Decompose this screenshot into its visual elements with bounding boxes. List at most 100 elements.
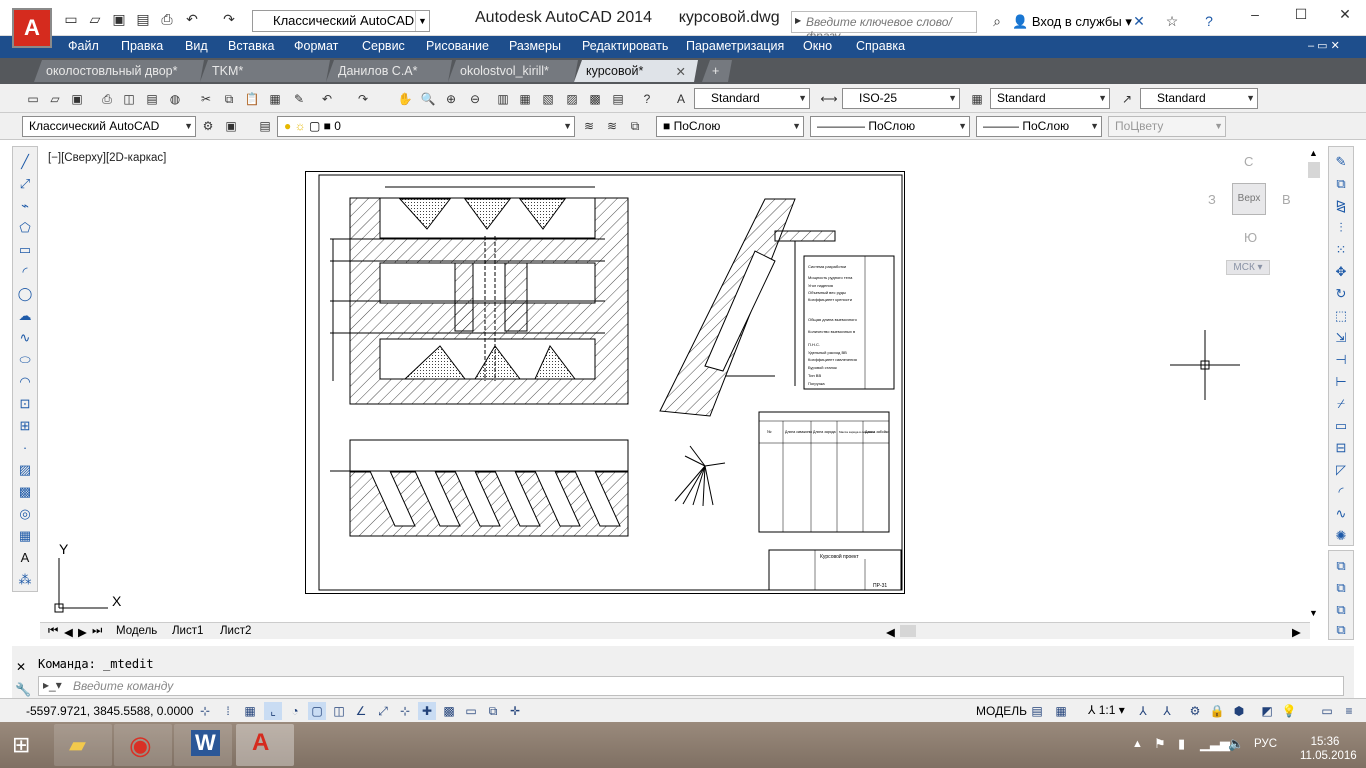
join-icon[interactable]: ⊟ [1331, 439, 1351, 457]
scroll-left-icon[interactable]: ◀ [886, 625, 895, 639]
tray-chevron-icon[interactable]: ▲ [1132, 738, 1143, 750]
3d-osnap-icon[interactable]: ◫ [330, 702, 348, 720]
make-current-icon[interactable]: ≋ [580, 117, 598, 135]
workspace-select[interactable]: Классический AutoCAD ▼ [22, 116, 196, 137]
isolate-objects-icon[interactable]: ◩ [1258, 702, 1276, 720]
viewcube-east[interactable]: В [1282, 192, 1291, 207]
extend-icon[interactable]: ⊢ [1331, 373, 1351, 391]
doc-window-controls[interactable]: – ▭ ✕ [1308, 39, 1340, 52]
snap-mode-icon[interactable]: ⁞ [219, 702, 237, 720]
save-as-icon[interactable]: ▤ [134, 10, 152, 28]
paste-icon[interactable]: 📋 [243, 90, 261, 108]
viewcube-top-face[interactable]: Верх [1232, 183, 1266, 215]
3d-dwf-icon[interactable]: ◍ [166, 90, 184, 108]
properties-icon[interactable]: ▥ [494, 90, 512, 108]
file-explorer-app[interactable]: ▰ [54, 724, 112, 766]
new-icon[interactable]: ▭ [24, 90, 42, 108]
autocad-app[interactable]: A [236, 724, 294, 766]
menu-help[interactable]: Справка [856, 39, 905, 53]
sheet-set-icon[interactable]: ▨ [563, 90, 581, 108]
scale-icon[interactable]: ⬚ [1331, 307, 1351, 325]
ortho-mode-icon[interactable]: ⌞ [264, 702, 282, 720]
bring-above-icon[interactable]: ⧉ [1331, 601, 1351, 619]
workspace-switching-icon[interactable]: ⚙ [1186, 702, 1204, 720]
hatch-icon[interactable]: ▨ [15, 461, 35, 479]
status-menu-icon[interactable]: ≡ [1340, 702, 1358, 720]
explode-icon[interactable]: ✺ [1331, 527, 1351, 545]
rotate-icon[interactable]: ↻ [1331, 285, 1351, 303]
selection-cycling-icon[interactable]: ⧉ [484, 702, 502, 720]
layer-state-icon[interactable]: ⧉ [626, 117, 644, 135]
quick-view-layouts-icon[interactable]: ▤ [1028, 702, 1046, 720]
line-icon[interactable]: ╱ [15, 153, 35, 171]
network-icon[interactable]: ▁▃▅ [1200, 736, 1230, 752]
help-icon[interactable]: ? [638, 90, 656, 108]
menu-modify[interactable]: Редактировать [582, 39, 668, 53]
pan-icon[interactable]: ✋ [396, 90, 414, 108]
auto-scale-icon[interactable]: ⅄ [1158, 702, 1176, 720]
menu-dimension[interactable]: Размеры [509, 39, 561, 53]
maximize-button[interactable]: ☐ [1286, 4, 1316, 24]
command-input[interactable]: ▸_▾ Введите команду [38, 676, 1344, 696]
workspace-select[interactable]: Классический AutoCAD ▼ [252, 10, 430, 32]
move-icon[interactable]: ✥ [1331, 263, 1351, 281]
clean-screen-icon[interactable]: ▣ [222, 117, 240, 135]
break-at-point-icon[interactable]: ⌿ [1331, 395, 1351, 413]
zoom-window-icon[interactable]: ⊕ [442, 90, 460, 108]
windows-start-icon[interactable]: ⊞ [12, 732, 30, 758]
chamfer-icon[interactable]: ◸ [1331, 461, 1351, 479]
search-input[interactable]: Введите ключевое слово/фразу [791, 11, 977, 43]
text-style-icon[interactable]: A [672, 90, 690, 108]
close-icon[interactable]: ✕ [16, 660, 26, 674]
polar-tracking-icon[interactable]: ◔ [286, 702, 304, 720]
scroll-right-icon[interactable]: ▶ [1292, 625, 1301, 639]
scroll-up-icon[interactable]: ▲ [1309, 148, 1318, 158]
lock-ui-icon[interactable]: 🔒 [1208, 702, 1226, 720]
volume-icon[interactable]: 🔈 [1228, 736, 1244, 752]
viewcube-west[interactable]: З [1208, 192, 1216, 207]
break-icon[interactable]: ▭ [1331, 417, 1351, 435]
quick-view-drawings-icon[interactable]: ▦ [1052, 702, 1070, 720]
cut-icon[interactable]: ✂ [197, 90, 215, 108]
calculator-icon[interactable]: ▤ [609, 90, 627, 108]
add-selected-icon[interactable]: ⁂ [15, 571, 35, 589]
coordinates-readout[interactable]: -5597.9721, 3845.5588, 0.0000 [26, 704, 193, 718]
workspace-settings-icon[interactable]: ⚙ [199, 117, 217, 135]
insert-block-icon[interactable]: ⊡ [15, 395, 35, 413]
tab-layout2[interactable]: Лист2 [220, 625, 251, 637]
lightbulb-icon[interactable]: 💡 [1280, 702, 1298, 720]
plot-icon[interactable]: ⎙ [98, 90, 116, 108]
language-indicator[interactable]: РУС [1254, 738, 1277, 750]
send-back-icon[interactable]: ⧉ [1331, 579, 1351, 597]
table-style-select[interactable]: Standard ▼ [990, 88, 1110, 109]
clean-screen-icon[interactable]: ▭ [1318, 702, 1336, 720]
publish-icon[interactable]: ▤ [143, 90, 161, 108]
ellipse-icon[interactable]: ⬭ [15, 351, 35, 369]
wcs-menu[interactable]: МСК ▾ [1226, 260, 1270, 275]
zoom-realtime-icon[interactable]: 🔍 [419, 90, 437, 108]
scroll-down-icon[interactable]: ▼ [1309, 608, 1318, 618]
ducs-icon[interactable]: ⤢ [374, 702, 392, 720]
dim-style-select[interactable]: ISO-25 ▼ [842, 88, 960, 109]
match-properties-icon[interactable]: ✎ [290, 90, 308, 108]
design-center-icon[interactable]: ▦ [516, 90, 534, 108]
menu-file[interactable]: Файл [68, 39, 99, 53]
menu-window[interactable]: Окно [803, 39, 832, 53]
wrench-icon[interactable]: 🔧 [15, 682, 31, 698]
annotation-visibility-icon[interactable]: ⅄ [1134, 702, 1152, 720]
text-style-select[interactable]: Standard ▼ [694, 88, 810, 109]
arc-icon[interactable]: ◜ [15, 263, 35, 281]
stretch-icon[interactable]: ⇲ [1331, 329, 1351, 347]
viewport-controls[interactable]: [−][Сверху][2D-каркас] [48, 152, 166, 164]
prev-layout-icon[interactable]: ◀ [64, 625, 73, 639]
make-block-icon[interactable]: ⊞ [15, 417, 35, 435]
quick-properties-icon[interactable]: ▭ [462, 702, 480, 720]
next-layout-icon[interactable]: ▶ [78, 625, 87, 639]
undo-icon[interactable]: ↶ [183, 10, 201, 28]
binoculars-icon[interactable]: ⌕ [988, 12, 1006, 30]
menu-parametric[interactable]: Параметризация [686, 39, 784, 53]
infer-constraints-icon[interactable]: ⊹ [196, 702, 214, 720]
revision-cloud-icon[interactable]: ☁ [15, 307, 35, 325]
exchange-icon[interactable]: ✕ [1130, 12, 1148, 30]
copy-object-icon[interactable]: ⧉ [1331, 175, 1351, 193]
